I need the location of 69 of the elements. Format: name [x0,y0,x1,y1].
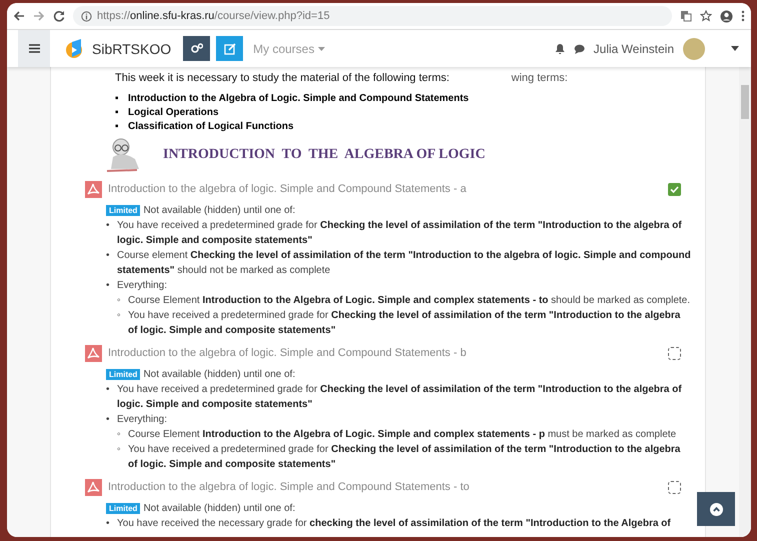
chat-icon[interactable] [574,44,585,54]
bullet: ▪ [115,92,120,106]
condition-text: Course Element Introduction to the Algebra of Logic. Simple and complex statements - p must be marked as complete [128,429,676,440]
condition-text: You have received a predetermined grade for Checking the level of assimilation of the term "Introduction to the algebra of logic. Simple and composite statements" [117,220,682,246]
bullet: ◦ [117,428,121,442]
banner-title: INTRODUCTION TO THE ALGEBRA OF LOGIC [163,147,486,163]
settings-button[interactable] [183,36,210,61]
condition-text: Course element Checking the level of assimilation of the term "Introduction to the algebra of logic. Simple and compound statements" should not be marked as complete [117,250,691,276]
my-courses-menu[interactable]: My courses [253,42,326,56]
caret-icon [318,46,326,50]
activity-link[interactable]: Introduction to the algebra of logic. Simple and Compound Statements - b [108,347,662,359]
limited-badge: Limited [106,503,140,514]
reload-icon[interactable] [53,10,65,22]
bullet: ◦ [117,294,121,308]
completion-checkbox[interactable] [668,346,681,360]
bullet: ▪ [115,106,120,120]
bullet: ◦ [117,443,121,457]
gears-icon [190,43,203,54]
condition-text: Everything: [117,280,168,291]
intro-text: This week it is necessary to study the material of the following terms: [115,72,450,84]
condition-text: Course Element Introduction to the Algebra of Logic. Simple and complex statements - to should be marked as complete. [128,295,690,306]
chevron-up-icon [710,502,722,516]
info-icon [81,10,92,22]
scroll-top-button[interactable] [697,492,735,526]
activity-link[interactable]: Introduction to the algebra of logic. Simple and Compound Statements - to [108,481,662,493]
translate-icon[interactable] [680,10,692,22]
bullet: • [106,517,110,531]
bullet: • [106,413,110,427]
condition-text: You have received a predetermined grade for Checking the level of assimilation of the term "Introduction to the algebra of logic. Simple and composite statements" [128,444,680,470]
bullet: • [106,383,110,397]
menu-button[interactable] [18,30,50,67]
limited-badge: Limited [106,369,140,380]
completion-checkbox[interactable] [668,480,681,494]
user-name[interactable]: Julia Weinstein [594,42,674,56]
bell-icon[interactable] [554,43,565,54]
completion-checkbox[interactable] [668,182,681,196]
condition-text: You have received a predetermined grade for Checking the level of assimilation of the term "Introduction to the algebra of logic. Simple and composite statements" [117,384,682,410]
term-item: Classification of Logical Functions [128,120,294,134]
address-bar[interactable]: https://online.sfu-kras.ru/course/view.php?id=15 [73,6,672,26]
restriction-text: Not available (hidden) until one of: [143,369,296,380]
bullet: • [106,219,110,233]
bullet: ◦ [117,309,121,323]
pdf-icon [85,180,102,198]
condition-text: Everything: [117,414,168,425]
bullet: ▪ [115,120,120,134]
more-icon[interactable] [741,10,745,22]
restriction-text: Not available (hidden) until one of: [143,503,296,514]
site-name[interactable]: SibRTSKOO [92,40,172,56]
scrollbar[interactable] [739,67,751,537]
term-item: Introduction to the Algebra of Logic. Simple and Compound Statements [128,92,469,106]
caret-icon[interactable] [731,46,739,51]
limited-badge: Limited [106,205,140,216]
star-icon[interactable] [700,10,712,22]
condition-text: You have received a predetermined grade for Checking the level of assimilation of the term "Introduction to the algebra of logic. Simple and composite statements" [128,310,680,336]
activity-link[interactable]: Introduction to the algebra of logic. Simple and Compound Statements - a [108,183,662,195]
menu-icon [28,44,40,53]
url-text: https://online.sfu-kras.ru/course/view.php?id=15 [97,10,330,22]
bullet: • [106,249,110,263]
pdf-icon [85,478,102,496]
condition-text: You have received the necessary grade for checking the level of assimilation of the term "Introduction to the Algebra of [117,518,671,529]
account-icon[interactable] [720,10,733,22]
term-item: Logical Operations [128,106,219,120]
edit-button[interactable] [216,36,244,61]
back-icon[interactable] [13,10,25,22]
bullet: • [106,279,110,293]
pdf-icon [85,344,102,362]
restriction-text: Not available (hidden) until one of: [143,205,296,216]
intro-text-fragment: wing terms: [511,72,568,84]
edit-icon [224,42,236,54]
